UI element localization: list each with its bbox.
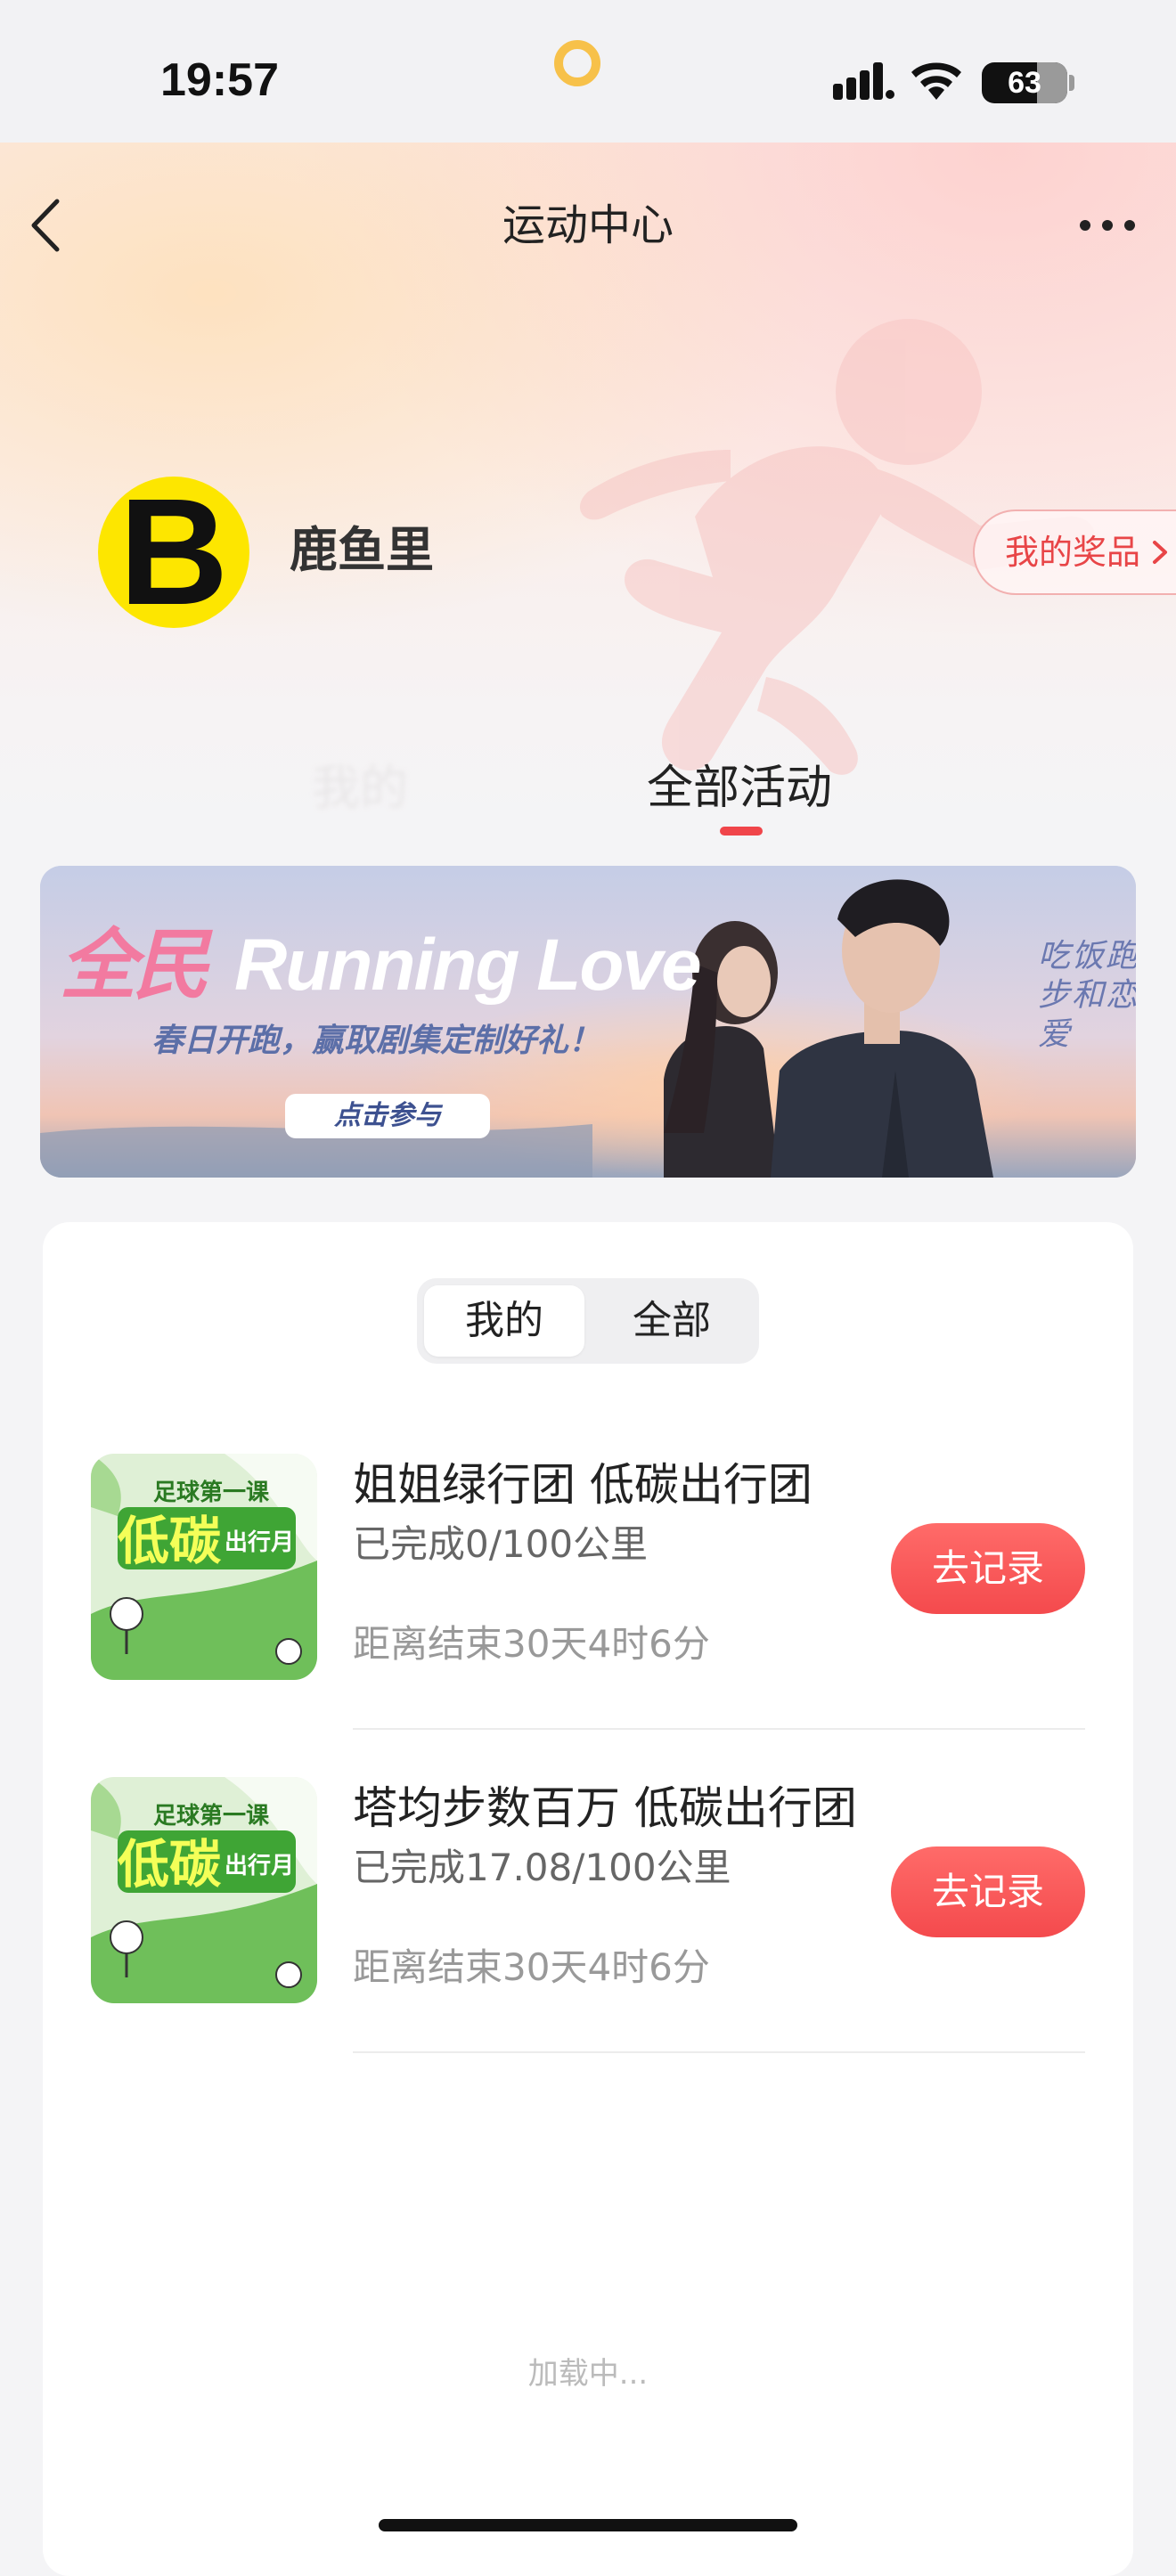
- activity-indicator-icon: [554, 40, 600, 86]
- status-bar: 19:57 63: [0, 0, 1176, 143]
- battery-icon: 63: [982, 62, 1067, 103]
- record-button[interactable]: 去记录: [891, 1523, 1085, 1614]
- activity-title: 塔均步数百万 低碳出行团: [353, 1782, 857, 1834]
- thumb-big: 低碳: [118, 1834, 222, 1895]
- status-time: 19:57: [160, 54, 279, 106]
- page-title: 运动中心: [502, 200, 674, 250]
- tab-all-activities[interactable]: 全部活动: [641, 757, 837, 819]
- promo-banner[interactable]: 全民 Running Love 春日开跑，赢取剧集定制好礼！ 点击参与 吃饭跑步…: [40, 866, 1136, 1178]
- cellular-signal-icon: [833, 62, 894, 100]
- list-item[interactable]: 足球第一课 低碳 出行月 姐姐绿行团 低碳出行团 已完成0/100公里 距离结束…: [0, 1454, 1176, 1774]
- my-prizes-label: 我的奖品: [1005, 533, 1141, 572]
- activity-thumbnail: 足球第一课 低碳 出行月: [91, 1777, 317, 2003]
- home-indicator[interactable]: [379, 2519, 797, 2531]
- thumb-big: 低碳: [118, 1511, 222, 1571]
- activity-progress: 已完成0/100公里: [353, 1522, 649, 1566]
- loading-indicator: 加载中...: [527, 2356, 649, 2392]
- divider: [353, 2051, 1085, 2053]
- segment-all[interactable]: 全部: [592, 1285, 752, 1357]
- more-dots-icon[interactable]: [1076, 212, 1139, 239]
- list-item[interactable]: 足球第一课 低碳 出行月 塔均步数百万 低碳出行团 已完成17.08/100公里…: [0, 1777, 1176, 2098]
- thumb-line2: 出行月: [225, 1528, 294, 1556]
- banner-side-text: 吃饭跑步和恋爱: [1038, 938, 1136, 1053]
- activity-countdown: 距离结束30天4时6分: [353, 1945, 710, 1989]
- activity-title: 姐姐绿行团 低碳出行团: [353, 1459, 813, 1511]
- banner-subtitle: 春日开跑，赢取剧集定制好礼！: [151, 1023, 601, 1059]
- thumb-line2: 出行月: [225, 1852, 294, 1879]
- activity-countdown: 距离结束30天4时6分: [353, 1622, 710, 1666]
- battery-level: 63: [1008, 66, 1041, 100]
- thumb-line1: 足球第一课: [153, 1802, 270, 1830]
- banner-title-en: Running Love: [234, 925, 702, 1006]
- segment-mine[interactable]: 我的: [424, 1285, 584, 1357]
- activity-progress: 已完成17.08/100公里: [353, 1846, 731, 1889]
- record-button[interactable]: 去记录: [891, 1846, 1085, 1937]
- username: 鹿鱼里: [290, 522, 434, 578]
- my-prizes-button[interactable]: 我的奖品: [973, 509, 1176, 595]
- divider: [353, 1728, 1085, 1730]
- avatar-letter: B: [118, 477, 229, 628]
- wifi-icon: [911, 62, 961, 100]
- segmented-control: 我的 全部: [417, 1278, 759, 1364]
- chevron-right-icon: [1153, 541, 1168, 564]
- avatar[interactable]: B: [98, 477, 249, 628]
- banner-title-cn: 全民: [60, 921, 209, 1010]
- banner-join-button[interactable]: 点击参与: [285, 1094, 490, 1138]
- chevron-left-icon[interactable]: [25, 194, 69, 257]
- battery-tip: [1069, 75, 1074, 91]
- tab-mine[interactable]: 我的: [312, 757, 552, 819]
- tab-active-indicator: [720, 827, 763, 836]
- activity-thumbnail: 足球第一课 低碳 出行月: [91, 1454, 317, 1680]
- thumb-line1: 足球第一课: [153, 1479, 270, 1506]
